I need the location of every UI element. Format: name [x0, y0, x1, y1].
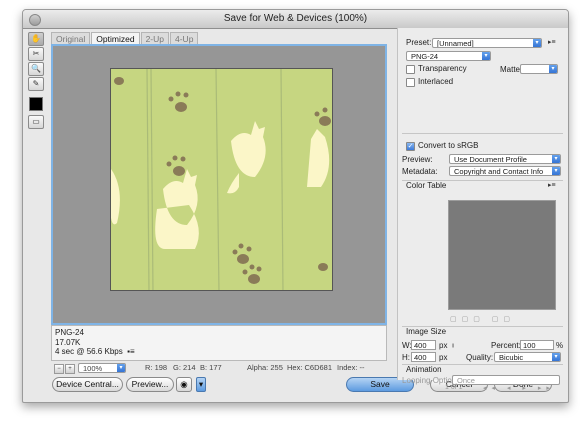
height-label: H: [402, 353, 410, 362]
browser-menu-chevron-icon[interactable]: ▾ [196, 377, 206, 392]
convert-srgb-label: Convert to sRGB [418, 141, 479, 150]
zoom-tool-icon[interactable]: 🔍 [28, 62, 44, 76]
optimized-image-preview[interactable] [110, 68, 333, 291]
frame-counter: 1 of 1 [445, 384, 463, 391]
tab-4-up[interactable]: 4-Up [170, 32, 199, 44]
info-download-time: 4 sec @ 56.6 Kbps ▪≡ [55, 347, 383, 357]
chevron-down-icon: ▾ [552, 353, 560, 361]
save-for-web-dialog: Save for Web & Devices (100%) ✋ ✂ 🔍 ✎ ▭ … [22, 9, 569, 403]
hand-tool-icon[interactable]: ✋ [28, 32, 44, 46]
optimize-menu-icon[interactable]: ▸≡ [548, 38, 556, 46]
preview-profile-label: Preview: [402, 155, 433, 164]
zoom-level-select[interactable]: 100% ▾ [78, 363, 126, 373]
percent-unit: % [556, 341, 564, 350]
browser-icon[interactable]: ◉ [176, 377, 192, 392]
color-table[interactable] [448, 200, 556, 310]
matte-label: Matte: [500, 65, 523, 74]
percent-label: Percent: [491, 341, 521, 350]
status-alpha: Alpha: 255 [247, 363, 283, 372]
slice-select-tool-icon[interactable]: ✂ [28, 47, 44, 61]
frame-nav-icons: ◂◂ ◂ ▸ ▸▸ [483, 385, 555, 392]
animation-label: Animation [406, 365, 442, 374]
status-red: R: 198 [145, 363, 168, 372]
quality-value: Bicubic [499, 353, 524, 362]
download-time-text: 4 sec @ 56.6 Kbps [55, 347, 123, 356]
transparency-label: Transparency [418, 64, 467, 73]
tab-optimized[interactable]: Optimized [91, 32, 140, 44]
close-window-icon[interactable] [29, 14, 41, 26]
info-file-size: 17.07K [55, 337, 81, 347]
chevron-down-icon: ▾ [552, 155, 560, 163]
preview-button[interactable]: Preview... [126, 377, 174, 392]
preview-profile-value: Use Document Profile [454, 155, 527, 164]
interlaced-label: Interlaced [418, 77, 454, 86]
title-bar: Save for Web & Devices (100%) [23, 10, 568, 29]
constrain-link-icon[interactable]: ᑊ [452, 343, 454, 354]
device-central-button[interactable]: Device Central... [52, 377, 123, 392]
zoom-out-icon[interactable]: − [54, 364, 64, 374]
interlaced-checkbox[interactable] [406, 78, 415, 87]
color-table-menu-icon[interactable]: ▸≡ [548, 181, 556, 189]
status-hex: Hex: C6D681 [287, 363, 333, 372]
percent-input[interactable]: 100 [520, 340, 554, 350]
metadata-select[interactable]: Copyright and Contact Info ▾ [449, 166, 561, 176]
width-input[interactable]: 400 [411, 340, 436, 350]
info-menu-icon[interactable]: ▪≡ [127, 347, 135, 356]
preview-profile-select[interactable]: Use Document Profile ▾ [449, 154, 561, 164]
window-title: Save for Web & Devices (100%) [223, 13, 368, 24]
chevron-down-icon: ▾ [482, 52, 490, 60]
status-green: G: 214 [173, 363, 196, 372]
zoom-in-icon[interactable]: + [65, 364, 75, 374]
transparency-checkbox[interactable] [406, 65, 415, 74]
preset-label: Preset: [406, 38, 432, 47]
info-format: PNG-24 [55, 328, 84, 337]
height-unit: px [439, 353, 448, 362]
status-blue: B: 177 [200, 363, 222, 372]
color-table-controls[interactable]: ▢▢▢ ▢▢ [450, 315, 556, 324]
preset-select[interactable]: [Unnamed] ▾ [432, 38, 542, 48]
file-format-value: PNG-24 [411, 52, 439, 61]
image-size-label: Image Size [406, 327, 447, 336]
preview-canvas[interactable] [51, 44, 387, 325]
eyedropper-color-swatch[interactable] [29, 97, 43, 111]
cat-pattern-artwork [111, 69, 332, 290]
divider [402, 133, 563, 134]
height-input[interactable]: 400 [411, 352, 436, 362]
animation-frame-controls: 1 of 1 ◂◂ ◂ ▸ ▸▸ [405, 384, 565, 394]
eyedropper-tool-icon[interactable]: ✎ [28, 77, 44, 91]
file-format-select[interactable]: PNG-24 ▾ [406, 51, 491, 61]
width-unit: px [439, 341, 448, 350]
chevron-down-icon: ▾ [533, 39, 541, 47]
chevron-down-icon: ▾ [117, 364, 125, 372]
metadata-value: Copyright and Contact Info [454, 167, 544, 176]
toggle-slices-icon[interactable]: ▭ [28, 115, 44, 129]
status-index: Index: -- [337, 363, 365, 372]
color-table-label: Color Table [406, 181, 447, 190]
quality-select[interactable]: Bicubic ▾ [494, 352, 561, 362]
convert-srgb-checkbox[interactable]: ✓ [406, 142, 415, 151]
toolbox: ✋ ✂ 🔍 ✎ ▭ [28, 32, 44, 130]
matte-select[interactable]: ▾ [520, 64, 558, 74]
view-tabs: Original Optimized 2-Up 4-Up [51, 32, 199, 44]
preset-value: [Unnamed] [437, 39, 474, 48]
chevron-down-icon: ▾ [552, 167, 560, 175]
chevron-down-icon: ▾ [549, 65, 557, 73]
optimization-info: PNG-24 17.07K 4 sec @ 56.6 Kbps ▪≡ [51, 325, 387, 361]
quality-label: Quality: [466, 353, 494, 362]
optimize-settings-panel: Preset: [Unnamed] ▾ ▸≡ PNG-24 ▾ Transpar… [397, 28, 568, 385]
tab-2-up[interactable]: 2-Up [140, 32, 169, 44]
zoom-level-value: 100% [83, 364, 103, 373]
metadata-label: Metadata: [402, 167, 438, 176]
tab-original[interactable]: Original [51, 32, 91, 44]
status-bar: − + 100% ▾ R: 198 G: 214 B: 177 Alpha: 2… [51, 362, 387, 374]
